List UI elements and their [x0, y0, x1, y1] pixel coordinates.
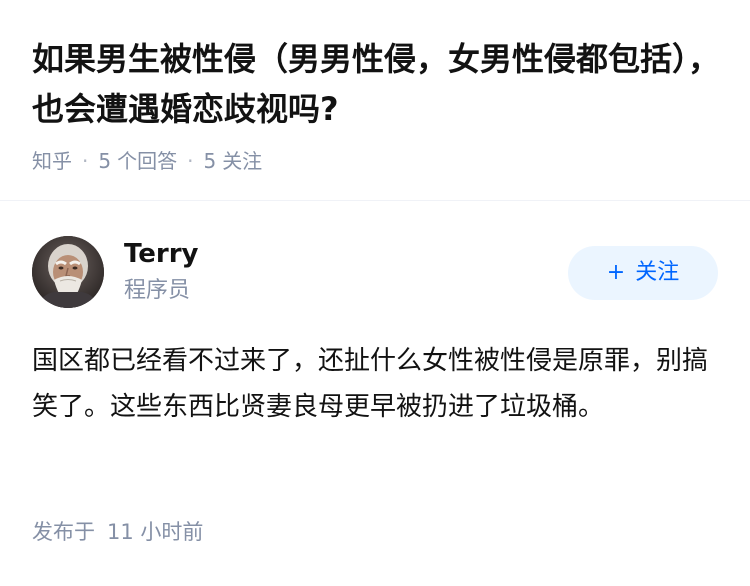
question-meta: 知乎 · 5 个回答 · 5 关注 — [32, 148, 732, 174]
answer-count: 5 — [98, 149, 112, 173]
avatar-portrait-icon — [32, 236, 104, 308]
publish-time-value: 11 小时前 — [107, 520, 204, 544]
follow-count: 5 — [203, 149, 217, 173]
plus-icon: + — [606, 260, 626, 285]
source-label: 知乎 — [32, 149, 72, 173]
publish-time: 发布于 11 小时前 — [32, 516, 203, 548]
question-header: 如果男生被性侵（男男性侵，女男性侵都包括），也会遭遇婚恋歧视吗? 知乎 · 5 个回答… — [32, 34, 732, 174]
answer-content[interactable]: 国区都已经看不过来了，还扯什么女性被性侵是原罪，别搞笑了。这些东西比贤妻良母更早… — [32, 338, 712, 430]
follow-button-label: 关注 — [635, 260, 680, 285]
avatar[interactable] — [32, 236, 104, 308]
follow-button[interactable]: + 关注 — [568, 246, 718, 300]
author-headline: 程序员 — [124, 278, 191, 303]
question-title[interactable]: 如果男生被性侵（男男性侵，女男性侵都包括），也会遭遇婚恋歧视吗? — [32, 34, 732, 134]
publish-label: 发布于 — [32, 520, 95, 544]
separator-dot: · — [82, 149, 89, 173]
separator-dot: · — [187, 149, 194, 173]
answer-count-label: 个回答 — [117, 149, 178, 173]
follow-count-label: 关注 — [222, 149, 263, 173]
author-name[interactable]: Terry — [124, 238, 199, 270]
answer-author: Terry 程序员 + 关注 — [32, 236, 718, 312]
section-divider — [0, 200, 750, 201]
